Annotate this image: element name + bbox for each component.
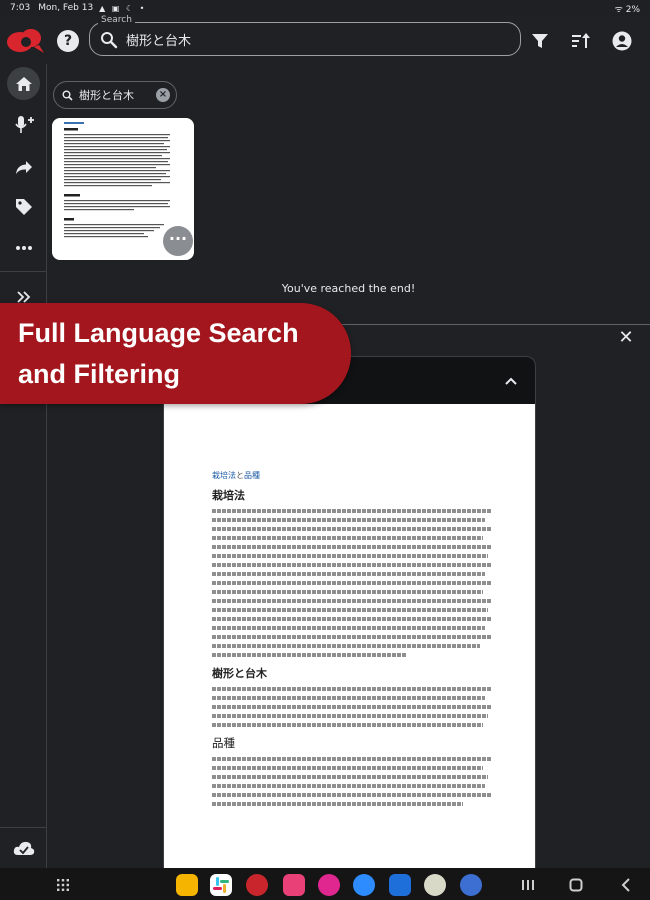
sort-button[interactable]: [570, 30, 592, 52]
status-bar: 7:03 Mon, Feb 13 ▲ ▣ ☾ • ᯤ 2%: [0, 0, 650, 16]
slack-logo-icon: [213, 877, 229, 893]
promo-banner: Full Language Search and Filtering: [0, 303, 351, 404]
paragraph-tree-form: [212, 687, 491, 727]
top-app-bar: ? Search: [0, 15, 650, 64]
search-label: Search: [98, 15, 135, 25]
filter-button[interactable]: [529, 30, 551, 52]
settings-app-icon[interactable]: [460, 874, 482, 896]
left-navigation-rail: [0, 64, 47, 868]
account-icon: [612, 31, 632, 51]
voice-note-button[interactable]: [7, 108, 40, 141]
recents-button[interactable]: [517, 874, 539, 896]
battery-indicator: ᯤ 2%: [614, 4, 640, 15]
section-heading-tree-form: 樹形と台木: [212, 667, 267, 680]
swiftkey-app-icon[interactable]: [389, 874, 411, 896]
expand-icon: [16, 290, 30, 303]
breadcrumb-link-cultivation[interactable]: 栽培法: [212, 471, 236, 480]
app-drawer-button[interactable]: [52, 874, 74, 896]
app-logo-icon[interactable]: [4, 25, 48, 55]
account-button[interactable]: [611, 30, 633, 52]
chip-clear-icon[interactable]: ×: [156, 88, 170, 102]
breadcrumb-separator: と: [236, 471, 244, 480]
tree-app-icon[interactable]: [424, 874, 446, 896]
home-button[interactable]: [7, 67, 40, 100]
share-icon: [15, 160, 32, 174]
paragraph-variety: [212, 757, 491, 806]
chevron-up-icon[interactable]: [501, 371, 521, 391]
document-breadcrumb: 栽培法と品種: [212, 470, 491, 481]
paragraph-cultivation: [212, 509, 491, 657]
search-results: 樹形と台木 × ··· You've reached the end!: [47, 64, 650, 324]
help-icon: ?: [63, 33, 73, 49]
section-heading-cultivation: 栽培法: [212, 489, 245, 502]
close-icon: ✕: [618, 327, 634, 348]
search-input[interactable]: [126, 27, 506, 51]
filter-chip[interactable]: 樹形と台木 ×: [53, 81, 177, 109]
close-viewer-button[interactable]: ✕: [615, 327, 637, 349]
home-icon: [15, 76, 32, 91]
end-of-results-message: You've reached the end!: [281, 282, 416, 295]
home-square-icon: [569, 878, 583, 892]
recents-icon: [522, 880, 534, 890]
voice-add-icon: [14, 115, 34, 133]
more-button[interactable]: [7, 231, 40, 264]
system-navigation-bar: [0, 868, 650, 900]
share-button[interactable]: [7, 151, 40, 184]
files-app-icon[interactable]: [176, 874, 198, 896]
promo-line-1: Full Language Search: [18, 318, 299, 348]
promo-line-2: and Filtering: [18, 359, 180, 389]
app-grid-icon: [57, 879, 69, 891]
tag-icon: [15, 198, 32, 215]
search-icon: [101, 32, 118, 49]
section-heading-variety: 品種: [212, 736, 235, 750]
status-date: Mon, Feb 13: [38, 3, 94, 13]
card-more-button[interactable]: ···: [163, 226, 193, 256]
cloud-sync-icon: [13, 841, 34, 855]
notification-icons: ▲ ▣ ☾ •: [99, 3, 147, 13]
camera-app-icon[interactable]: [283, 874, 305, 896]
sort-icon: [572, 33, 590, 48]
back-button[interactable]: [615, 874, 637, 896]
filter-icon: [532, 34, 548, 48]
rail-divider-bottom: [0, 827, 47, 828]
more-horizontal-icon: ···: [168, 229, 188, 248]
rail-divider: [0, 271, 47, 272]
back-chevron-icon: [621, 878, 630, 892]
breadcrumb-link-variety[interactable]: 品種: [244, 471, 260, 480]
notes-app-icon[interactable]: [246, 874, 268, 896]
chip-label: 樹形と台木: [79, 89, 134, 102]
slack-app-icon[interactable]: [210, 874, 232, 896]
home-nav-button[interactable]: [565, 874, 587, 896]
search-box[interactable]: Search: [89, 15, 521, 56]
document-panel: 栽培法と品種 栽培法 樹形と台木 品種: [163, 356, 536, 868]
more-icon: [15, 245, 32, 250]
tags-button[interactable]: [7, 190, 40, 223]
zoom-app-icon[interactable]: [353, 874, 375, 896]
help-button[interactable]: ?: [57, 30, 79, 52]
flower-app-icon[interactable]: [318, 874, 340, 896]
chip-search-icon: [62, 90, 73, 101]
document-page: 栽培法と品種 栽培法 樹形と台木 品種: [164, 404, 535, 868]
status-time: 7:03: [10, 3, 31, 13]
result-card[interactable]: ···: [52, 118, 194, 260]
cloud-sync-button[interactable]: [7, 831, 40, 864]
